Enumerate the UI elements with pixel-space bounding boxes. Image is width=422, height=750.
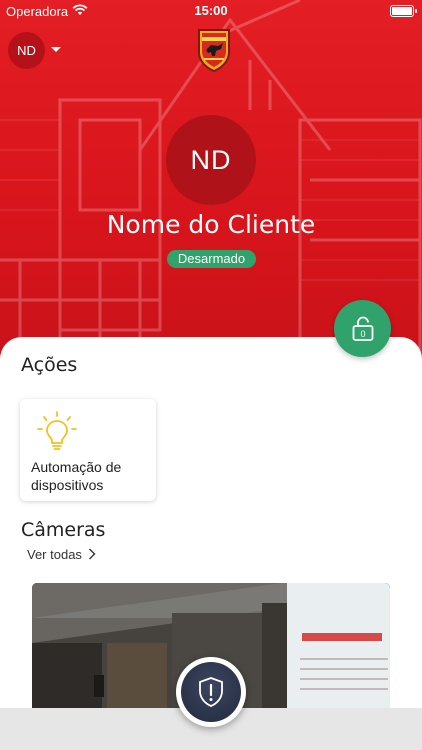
account-initials: ND [17, 43, 36, 58]
client-initials: ND [190, 144, 232, 175]
alarm-status-badge: Desarmado [167, 250, 256, 268]
lock-badge-count: 0 [360, 329, 365, 339]
lightbulb-icon [37, 411, 77, 450]
see-all-cameras-link[interactable]: Ver todas [27, 547, 82, 562]
client-avatar: ND [166, 115, 256, 205]
account-switcher-button[interactable]: ND [8, 32, 45, 69]
status-bar: Operadora 15:00 [0, 0, 422, 22]
actions-section-title: Ações [21, 354, 78, 376]
panic-button-face [181, 662, 241, 722]
padlock-icon: 0 [352, 316, 373, 341]
cameras-section-title: Câmeras [21, 519, 106, 541]
caret-down-icon[interactable] [51, 47, 61, 52]
shield-alert-icon [199, 677, 223, 707]
device-automation-card[interactable]: Automação de dispositivos [20, 399, 156, 501]
arm-lock-button[interactable]: 0 [334, 300, 391, 357]
action-label: Automação de dispositivos [31, 459, 122, 493]
chevron-right-icon[interactable] [88, 548, 96, 560]
client-name: Nome do Cliente [106, 210, 316, 239]
panic-alert-button[interactable] [176, 657, 246, 727]
battery-icon [390, 5, 417, 17]
clock: 15:00 [194, 3, 228, 18]
alarmatic-logo-icon [198, 29, 230, 72]
